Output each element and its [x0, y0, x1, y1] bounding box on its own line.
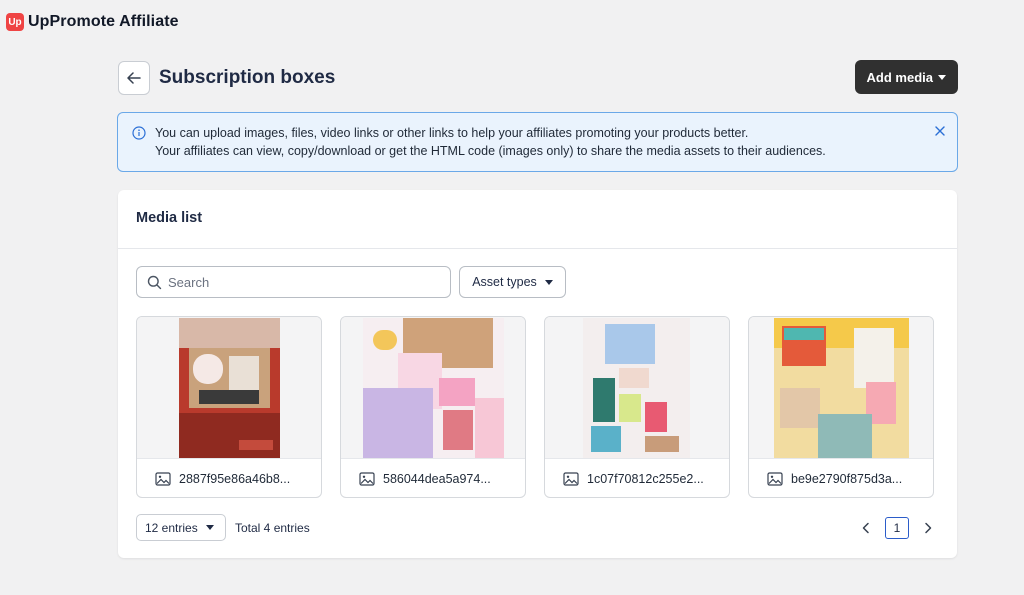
subscription-box-photo — [583, 318, 690, 458]
media-thumbnail — [341, 317, 525, 459]
prev-page-button[interactable] — [855, 517, 877, 539]
next-page-button[interactable] — [917, 517, 939, 539]
media-filename: 2887f95e86a46b8... — [179, 472, 291, 486]
logo-text: Up — [8, 16, 22, 28]
media-filename: 1c07f70812c255e2... — [587, 472, 704, 486]
add-media-label: Add media — [866, 69, 933, 85]
page-title: Subscription boxes — [159, 67, 336, 88]
search-icon — [147, 275, 162, 289]
media-card[interactable]: 2887f95e86a46b8... — [136, 316, 322, 498]
search-field[interactable] — [136, 266, 451, 298]
entries-label: 12 entries — [145, 520, 198, 535]
back-button[interactable] — [118, 61, 150, 95]
media-thumbnail — [545, 317, 729, 459]
caret-down-icon — [938, 74, 946, 80]
caret-down-icon — [544, 279, 553, 285]
total-entries: Total 4 entries — [235, 521, 310, 535]
subscription-box-photo — [774, 318, 909, 458]
media-card[interactable]: be9e2790f875d3a... — [748, 316, 934, 498]
page-header: Subscription boxes Add media — [118, 60, 958, 96]
uppromote-logo: Up — [6, 13, 24, 31]
media-grid: 2887f95e86a46b8... 586044dea5a974... 1c0… — [136, 316, 936, 498]
media-filename: 586044dea5a974... — [383, 472, 491, 486]
media-footer: 2887f95e86a46b8... — [137, 460, 321, 497]
media-footer: be9e2790f875d3a... — [749, 460, 933, 497]
app-topbar: Up UpPromote Affiliate — [0, 0, 1024, 44]
asset-types-label: Asset types — [472, 275, 537, 289]
image-icon — [155, 472, 171, 486]
media-list-title: Media list — [136, 210, 203, 226]
close-icon[interactable] — [933, 124, 947, 138]
image-icon — [767, 472, 783, 486]
info-icon — [132, 126, 146, 140]
pagination: 1 — [855, 514, 939, 541]
media-thumbnail — [137, 317, 321, 459]
subscription-box-photo — [179, 318, 280, 458]
media-list-card: Media list Asset types — [118, 190, 957, 558]
divider — [118, 248, 957, 249]
chevron-left-icon — [862, 522, 869, 533]
media-footer: 586044dea5a974... — [341, 460, 525, 497]
caret-down-icon — [205, 525, 214, 530]
banner-text-line2: Your affiliates can view, copy/download … — [155, 144, 826, 158]
image-icon — [563, 472, 579, 486]
arrow-left-icon — [127, 72, 141, 84]
media-card[interactable]: 1c07f70812c255e2... — [544, 316, 730, 498]
page-number-button[interactable]: 1 — [885, 516, 909, 539]
banner-text-line1: You can upload images, files, video link… — [155, 126, 749, 140]
search-input[interactable] — [168, 274, 428, 290]
info-banner: You can upload images, files, video link… — [117, 112, 958, 172]
media-footer: 1c07f70812c255e2... — [545, 460, 729, 497]
media-card[interactable]: 586044dea5a974... — [340, 316, 526, 498]
media-thumbnail — [749, 317, 933, 459]
entries-per-page-select[interactable]: 12 entries — [136, 514, 226, 541]
asset-types-dropdown[interactable]: Asset types — [459, 266, 566, 298]
subscription-box-photo — [363, 318, 504, 458]
list-footer: 12 entries Total 4 entries 1 — [136, 514, 939, 542]
chevron-right-icon — [925, 522, 932, 533]
media-filename: be9e2790f875d3a... — [791, 472, 903, 486]
app-title: UpPromote Affiliate — [28, 13, 179, 30]
add-media-button[interactable]: Add media — [854, 60, 958, 94]
image-icon — [359, 472, 375, 486]
